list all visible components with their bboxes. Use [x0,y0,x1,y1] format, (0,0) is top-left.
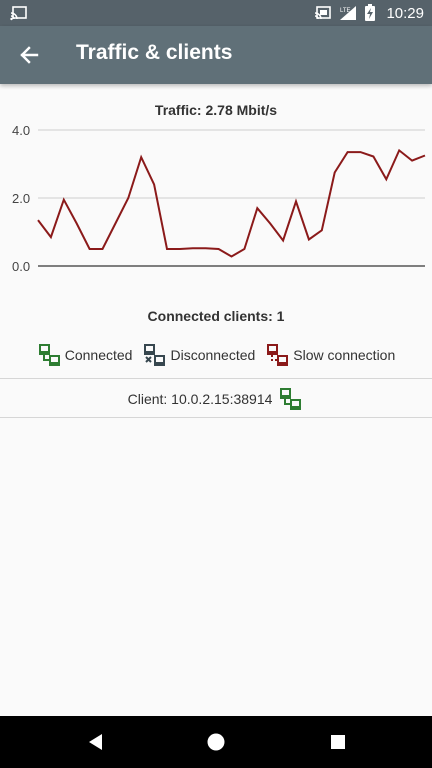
connected-icon [38,344,60,366]
legend-connected: Connected [37,343,133,367]
traffic-series-line [37,148,426,258]
client-label: Client: 10.0.2.15:38914 [127,391,273,407]
divider-bottom [0,417,432,418]
legend-slow-label: Slow connection [293,347,396,363]
nav-recent-apps-icon[interactable] [330,734,346,750]
traffic-title: Traffic: 2.78 Mbit/s [154,102,278,118]
y-tick-label: 4.0 [12,123,30,138]
legend-connected-label: Connected [64,347,133,363]
cast-icon [10,6,27,21]
main-content: Traffic: 2.78 Mbit/s 0.0 2.0 4.0 Connected… [0,84,432,716]
battery-charging-icon [365,4,376,21]
signal-lte-icon: LTE [340,6,357,20]
disconnected-icon [144,344,166,366]
client-connected-icon [280,388,302,410]
nav-back-icon[interactable] [86,732,106,752]
legend-slow: Slow connection [265,343,395,367]
y-tick-label: 0.0 [12,259,30,274]
y-tick-label: 2.0 [12,191,30,206]
cast-connected-icon [315,6,332,20]
clients-legend: Connected Disconnected Slow connection [0,342,432,368]
network-type-label: LTE [340,8,351,14]
status-time: 10:29 [386,4,424,22]
slow-connection-icon [267,344,289,366]
status-bar: LTE 10:29 [0,0,432,26]
page-title: Traffic & clients [76,41,233,64]
app-bar: Traffic & clients [0,26,432,84]
clients-title: Connected clients: 1 [147,308,285,324]
client-list-item[interactable]: Client: 10.0.2.15:38914 [0,380,432,418]
legend-disconnected: Disconnected [142,343,255,367]
navigation-bar [0,716,432,768]
divider-top [0,378,432,379]
legend-disconnected-label: Disconnected [170,347,256,363]
traffic-chart: 0.0 2.0 4.0 [12,123,426,274]
back-arrow-icon[interactable] [14,40,44,70]
nav-home-icon[interactable] [206,732,226,752]
